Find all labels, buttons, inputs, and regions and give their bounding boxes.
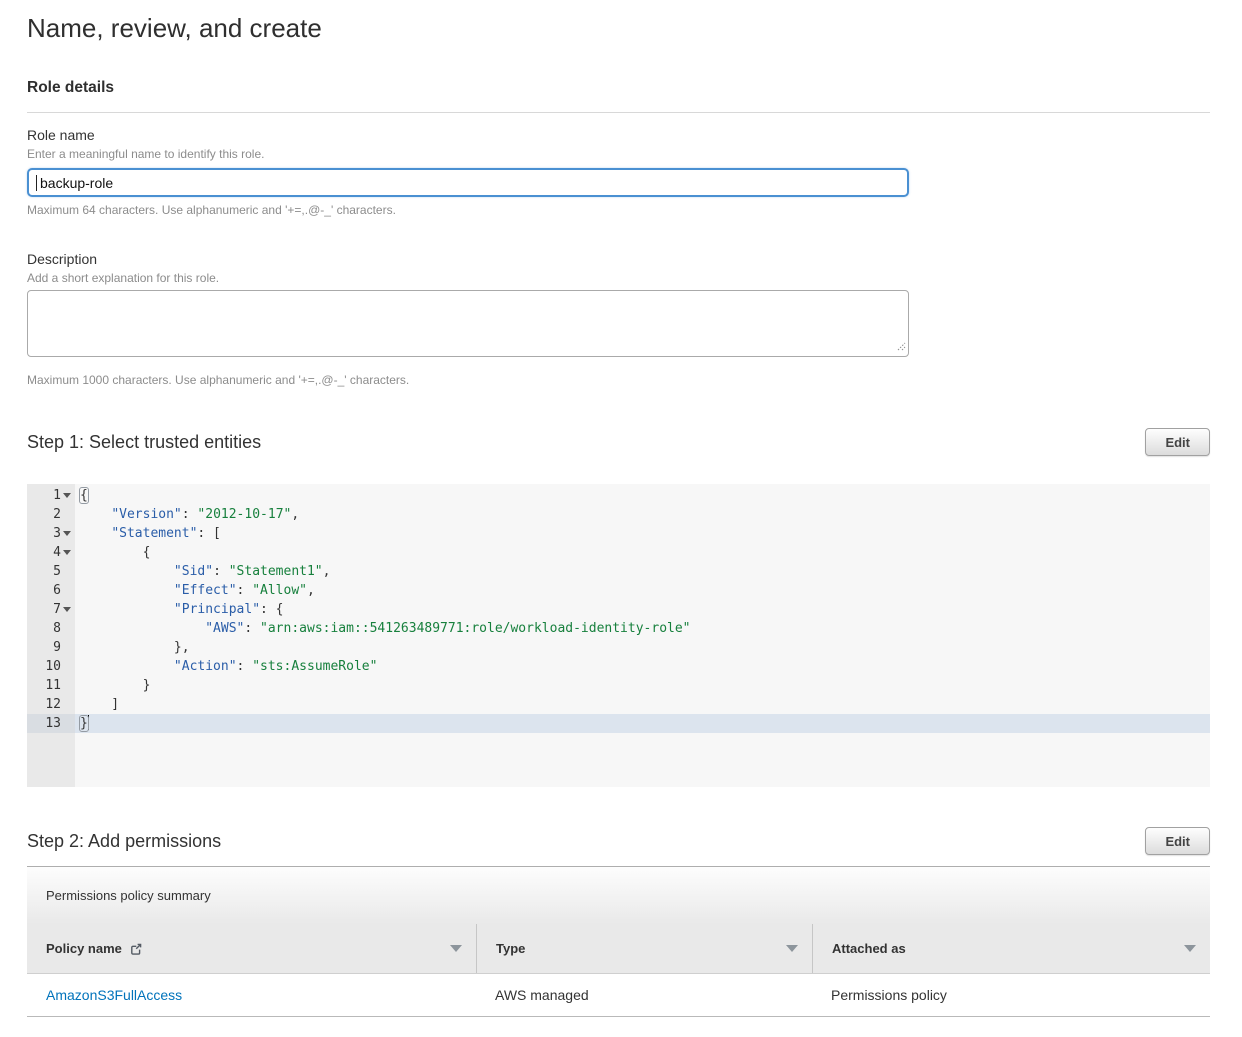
description-hint: Add a short explanation for this role.: [27, 271, 1210, 285]
column-header-policy-name[interactable]: Policy name: [27, 924, 476, 973]
role-name-input-wrap: [27, 168, 909, 197]
code-line[interactable]: },: [75, 638, 1210, 657]
description-label: Description: [27, 251, 1210, 268]
attached-as-filter-icon[interactable]: [1184, 945, 1196, 952]
role-name-input[interactable]: [27, 168, 909, 197]
step2-heading: Step 2: Add permissions: [27, 831, 221, 852]
line-number: 10: [27, 657, 75, 676]
description-textarea[interactable]: [27, 290, 909, 357]
column-header-attached-as[interactable]: Attached as: [812, 924, 1210, 973]
name-review-create-page: Name, review, and create Role details Ro…: [0, 0, 1242, 1037]
text-cursor: [36, 175, 37, 191]
trust-policy-json-editor[interactable]: 12345678910111213 { "Version": "2012-10-…: [27, 484, 1210, 787]
policy-name-link[interactable]: AmazonS3FullAccess: [46, 987, 182, 1003]
resize-handle-icon[interactable]: [896, 338, 906, 356]
editor-gutter: 12345678910111213: [27, 484, 75, 787]
code-line[interactable]: }: [75, 714, 1210, 733]
table-row: AmazonS3FullAccess AWS managed Permissio…: [27, 974, 1210, 1017]
description-constraint: Maximum 1000 characters. Use alphanumeri…: [27, 373, 1210, 387]
policy-name-filter-icon[interactable]: [450, 945, 462, 952]
line-number: 4: [27, 543, 75, 562]
code-line[interactable]: "AWS": "arn:aws:iam::541263489771:role/w…: [75, 619, 1210, 638]
code-line[interactable]: {: [75, 543, 1210, 562]
permissions-table-header: Policy name Type Attached as: [27, 924, 1210, 974]
step2-header-row: Step 2: Add permissions Edit: [27, 827, 1210, 855]
line-number: 1: [27, 486, 75, 505]
page-title: Name, review, and create: [27, 12, 1210, 44]
fold-arrow-icon[interactable]: [61, 486, 72, 505]
line-number: 11: [27, 676, 75, 695]
attached-as-cell: Permissions policy: [812, 987, 1210, 1003]
code-line[interactable]: "Version": "2012-10-17",: [75, 505, 1210, 524]
code-line[interactable]: }: [75, 676, 1210, 695]
line-number: 3: [27, 524, 75, 543]
permissions-panel-title: Permissions policy summary: [27, 867, 1210, 924]
line-number: 9: [27, 638, 75, 657]
description-textarea-wrap: [27, 290, 909, 362]
line-number: 2: [27, 505, 75, 524]
line-number: 12: [27, 695, 75, 714]
editor-cursor: [88, 715, 89, 730]
role-name-label: Role name: [27, 127, 1210, 144]
role-name-hint: Enter a meaningful name to identify this…: [27, 147, 1210, 161]
role-details-divider: [27, 112, 1210, 113]
fold-arrow-icon[interactable]: [61, 543, 72, 562]
code-line[interactable]: "Principal": {: [75, 600, 1210, 619]
fold-arrow-icon[interactable]: [61, 524, 72, 543]
code-line[interactable]: {: [75, 486, 1210, 505]
line-number: 8: [27, 619, 75, 638]
role-name-constraint: Maximum 64 characters. Use alphanumeric …: [27, 203, 1210, 217]
code-line[interactable]: "Sid": "Statement1",: [75, 562, 1210, 581]
line-number: 5: [27, 562, 75, 581]
line-number: 7: [27, 600, 75, 619]
policy-type-cell: AWS managed: [476, 987, 812, 1003]
code-line[interactable]: "Action": "sts:AssumeRole": [75, 657, 1210, 676]
line-number: 6: [27, 581, 75, 600]
type-filter-icon[interactable]: [786, 945, 798, 952]
code-line[interactable]: "Statement": [: [75, 524, 1210, 543]
code-line[interactable]: "Effect": "Allow",: [75, 581, 1210, 600]
external-link-icon: [129, 942, 143, 956]
step2-edit-button[interactable]: Edit: [1145, 827, 1210, 855]
column-header-type[interactable]: Type: [476, 924, 812, 973]
role-details-heading: Role details: [27, 79, 1210, 97]
code-line[interactable]: ]: [75, 695, 1210, 714]
permissions-panel: Permissions policy summary Policy name T…: [27, 866, 1210, 1017]
step1-header-row: Step 1: Select trusted entities Edit: [27, 428, 1210, 456]
step1-edit-button[interactable]: Edit: [1145, 428, 1210, 456]
line-number: 13: [27, 714, 75, 733]
step1-heading: Step 1: Select trusted entities: [27, 432, 261, 453]
editor-code[interactable]: { "Version": "2012-10-17", "Statement": …: [75, 484, 1210, 787]
fold-arrow-icon[interactable]: [61, 600, 72, 619]
